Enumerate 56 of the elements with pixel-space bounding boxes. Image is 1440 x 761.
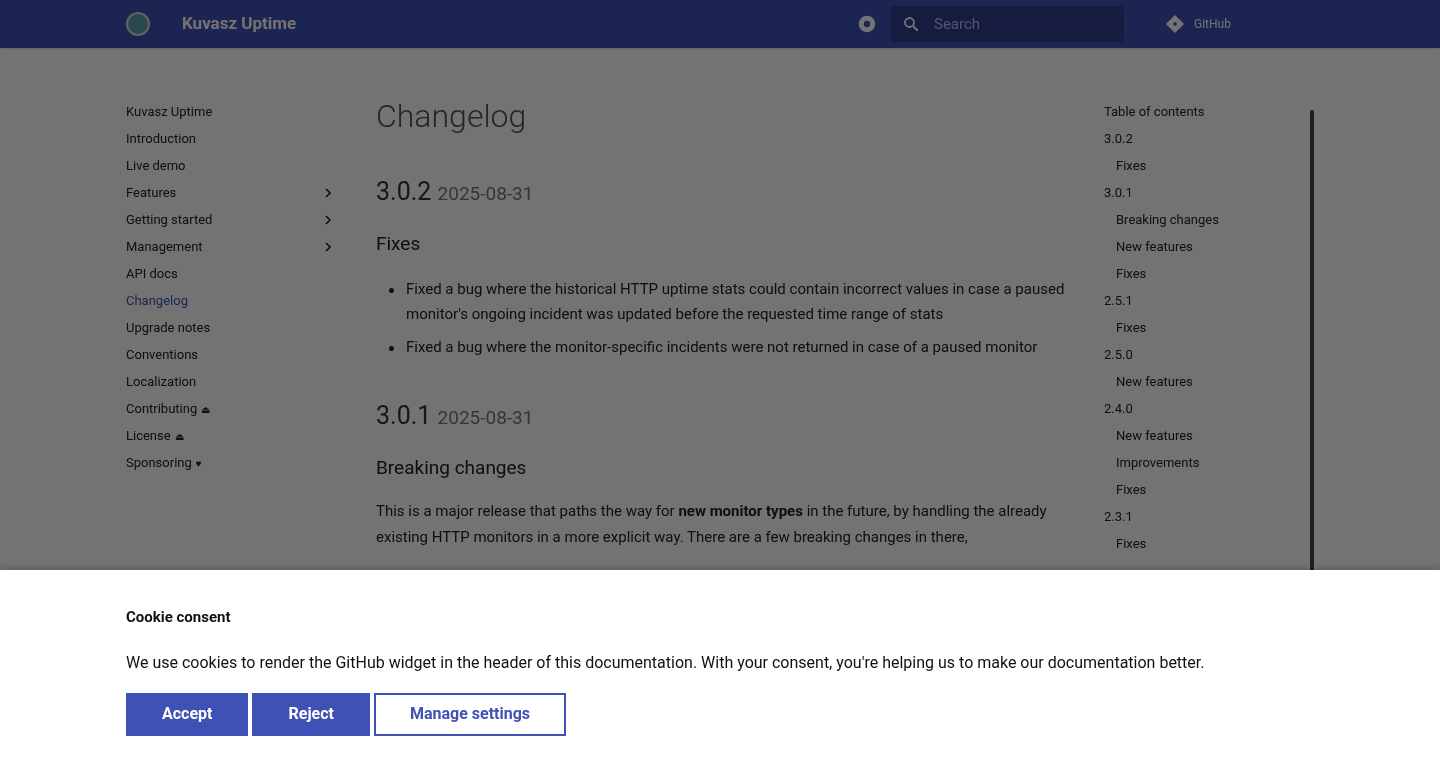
page-title: Changelog xyxy=(376,98,528,134)
toc-item[interactable]: 2.5.0 xyxy=(1104,341,1314,368)
toc-item[interactable]: Fixes xyxy=(1104,530,1314,557)
sidebar-item[interactable]: Introduction xyxy=(126,125,332,152)
chevron-right-icon xyxy=(324,241,332,252)
toc-title: Table of contents xyxy=(1104,102,1206,121)
toc-item[interactable]: Fixes xyxy=(1104,260,1314,287)
section-heading: Fixes xyxy=(376,231,422,257)
cookie-text: We use cookies to render the GitHub widget in the header of this documentation. With your consent, you're helping us to make our documentation better. xyxy=(126,651,1206,674)
consent-button[interactable]: Manage settings xyxy=(373,692,567,736)
sidebar-item[interactable]: License ⏏ xyxy=(126,422,332,449)
toc-item[interactable]: 3.0.1 xyxy=(1104,179,1314,206)
toc-item[interactable]: 2.3.1 xyxy=(1104,503,1314,530)
toc-item[interactable]: New features xyxy=(1104,422,1314,449)
toc-item[interactable]: 3.0.2 xyxy=(1104,125,1314,152)
bullet-icon xyxy=(389,287,394,293)
logo-icon[interactable] xyxy=(126,12,150,36)
toc-item[interactable]: 2.4.0 xyxy=(1104,395,1314,422)
sidebar-item[interactable]: API docs xyxy=(126,260,332,287)
version-heading: 3.0.1 2025-08-31 xyxy=(376,399,535,432)
cookie-title: Cookie consent xyxy=(126,607,232,628)
github-link[interactable]: GitHub xyxy=(1164,13,1314,35)
version-heading: 3.0.2 2025-08-31 xyxy=(376,176,535,208)
toc-item[interactable]: Fixes xyxy=(1104,314,1314,341)
chevron-right-icon xyxy=(324,187,332,198)
sidebar-item[interactable]: Kuvasz Uptime xyxy=(126,98,332,125)
sidebar-item[interactable]: Localization xyxy=(126,368,332,395)
toc-item[interactable]: 2.5.1 xyxy=(1104,287,1314,314)
toc-item[interactable]: Fixes xyxy=(1104,476,1314,503)
consent-button[interactable]: Reject xyxy=(252,692,370,736)
sidebar-item[interactable]: Conventions xyxy=(126,341,332,368)
bullet-text: Fixed a bug where the monitor-specific incidents were not returned in case of a paused monitor xyxy=(406,336,1038,358)
sidebar-item[interactable]: Management xyxy=(126,233,332,260)
sidebar-item[interactable]: Features xyxy=(126,179,332,206)
paragraph: This is a major release that paths the way for new monitor types in the future, by handling the already existing HTTP monitors in a more explicit way. There are a few breaking changes in there, xyxy=(376,501,1048,548)
search-icon xyxy=(902,15,920,33)
sidebar-item[interactable]: Live demo xyxy=(126,152,332,179)
search-field[interactable]: Search xyxy=(890,6,1124,42)
toc-item[interactable]: New features xyxy=(1104,368,1314,395)
toc-item[interactable]: Improvements xyxy=(1104,449,1314,476)
bullet-icon xyxy=(389,345,394,351)
sidebar-item[interactable]: Getting started xyxy=(126,206,332,233)
chevron-right-icon xyxy=(324,214,332,225)
consent-button[interactable]: Accept xyxy=(126,692,249,736)
toc-item[interactable]: Fixes xyxy=(1104,152,1314,179)
section-heading: Breaking changes xyxy=(376,454,528,481)
toc-item[interactable]: New features xyxy=(1104,233,1314,260)
toc-item[interactable]: Breaking changes xyxy=(1104,206,1314,233)
sidebar-item[interactable]: Contributing ⏏ xyxy=(126,395,332,422)
sidebar-item[interactable]: Changelog xyxy=(126,287,332,314)
settings-icon[interactable] xyxy=(856,13,878,35)
sidebar-item[interactable]: Upgrade notes xyxy=(126,314,332,341)
site-title[interactable]: Kuvasz Uptime xyxy=(182,11,297,37)
sidebar-item[interactable]: Sponsoring ♥ xyxy=(126,449,332,476)
bullet-text: Fixed a bug where the historical HTTP uptime stats could contain incorrect values in case a paused monitor's ongoing incident was updated before the requested time range of stats xyxy=(406,278,1066,325)
scrollbar[interactable] xyxy=(1310,110,1314,570)
